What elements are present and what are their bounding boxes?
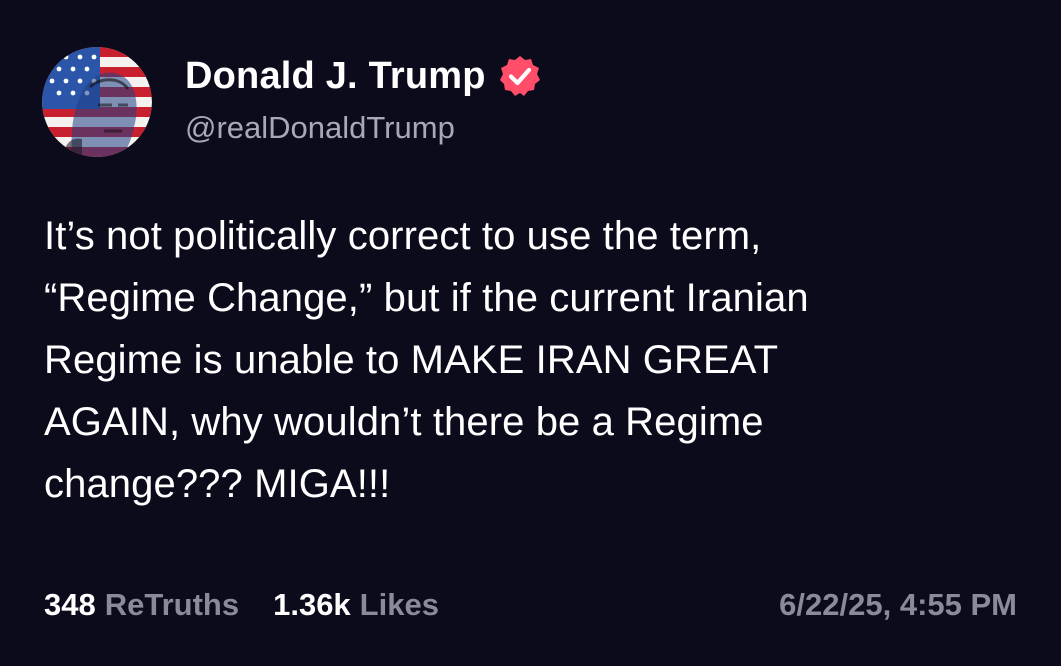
post-timestamp: 6/22/25, 4:55 PM — [779, 587, 1017, 622]
author-info: Donald J. Trump @realDonaldTrump — [185, 54, 542, 146]
retruths-count: 348 — [44, 587, 96, 622]
post-header: Donald J. Trump @realDonaldTrump — [42, 47, 542, 157]
retruths-stat[interactable]: 348 ReTruths — [44, 587, 239, 623]
post-card: Donald J. Trump @realDonaldTrump It’s no… — [0, 0, 1061, 666]
author-handle[interactable]: @realDonaldTrump — [185, 110, 542, 146]
avatar[interactable] — [42, 47, 152, 157]
verified-badge-icon — [498, 54, 542, 98]
post-footer: 348 ReTruths 1.36k Likes 6/22/25, 4:55 P… — [44, 582, 1017, 628]
name-row: Donald J. Trump — [185, 54, 542, 98]
likes-stat[interactable]: 1.36k Likes — [273, 587, 439, 623]
author-display-name[interactable]: Donald J. Trump — [185, 55, 486, 98]
retruths-label: ReTruths — [104, 587, 240, 622]
likes-label: Likes — [359, 587, 439, 622]
post-text: It’s not politically correct to use the … — [44, 214, 809, 506]
likes-count: 1.36k — [273, 587, 351, 622]
